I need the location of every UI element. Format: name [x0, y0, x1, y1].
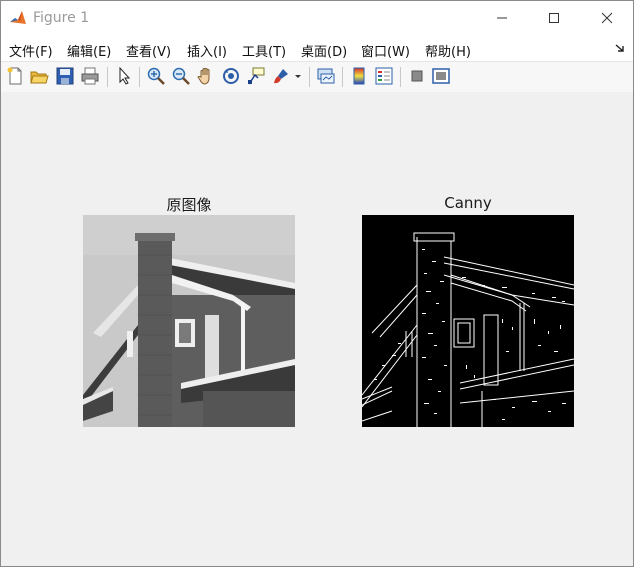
print-icon[interactable] — [80, 66, 100, 86]
menu-edit[interactable]: 编辑(E) — [67, 41, 111, 60]
select-arrow-icon[interactable] — [114, 66, 134, 86]
menu-desktop[interactable]: 桌面(D) — [301, 41, 347, 60]
zoom-out-icon[interactable] — [171, 66, 191, 86]
maximize-button[interactable] — [531, 1, 577, 35]
show-plot-tools-icon[interactable] — [431, 66, 451, 86]
canny-edge-image — [362, 215, 574, 427]
title-bar: Figure 1 — [1, 1, 633, 35]
legend-icon[interactable] — [374, 66, 394, 86]
colorbar-icon[interactable] — [349, 66, 369, 86]
toolbar-separator — [309, 67, 310, 87]
menu-file[interactable]: 文件(F) — [9, 41, 53, 60]
pan-hand-icon[interactable] — [196, 66, 216, 86]
matlab-icon — [9, 9, 27, 27]
window-title: Figure 1 — [33, 10, 90, 26]
zoom-in-icon[interactable] — [146, 66, 166, 86]
menu-tools[interactable]: 工具(T) — [242, 41, 286, 60]
menu-bar: 文件(F) 编辑(E) 查看(V) 插入(I) 工具(T) 桌面(D) 窗口(W… — [1, 35, 633, 61]
toolbar — [1, 61, 633, 93]
menu-insert[interactable]: 插入(I) — [187, 41, 227, 60]
figure-window: Figure 1 文件(F) 编辑(E) 查看(V) 插入(I) 工具(T) 桌… — [0, 0, 634, 567]
menu-window[interactable]: 窗口(W) — [361, 41, 410, 60]
close-button[interactable] — [584, 1, 630, 35]
original-image — [83, 215, 295, 427]
toolbar-separator — [107, 67, 108, 87]
rotate-3d-icon[interactable] — [221, 66, 241, 86]
brush-icon[interactable] — [271, 66, 291, 86]
hide-plot-tools-icon[interactable] — [407, 66, 427, 86]
close-icon — [601, 12, 613, 24]
new-figure-icon[interactable] — [5, 66, 25, 86]
menu-help[interactable]: 帮助(H) — [425, 41, 471, 60]
minimize-button[interactable] — [479, 1, 525, 35]
figure-canvas: 原图像 Canny — [1, 92, 633, 566]
toolbar-separator — [342, 67, 343, 87]
brush-dropdown-icon[interactable] — [293, 66, 303, 86]
axes-title-canny: Canny — [444, 194, 492, 212]
dock-arrow-icon[interactable] — [615, 43, 625, 53]
minimize-icon — [497, 17, 507, 19]
data-cursor-icon[interactable] — [246, 66, 266, 86]
toolbar-separator — [400, 67, 401, 87]
axes-title-original: 原图像 — [166, 196, 212, 214]
save-icon[interactable] — [55, 66, 75, 86]
maximize-icon — [549, 13, 559, 23]
link-plot-icon[interactable] — [316, 66, 336, 86]
open-file-icon[interactable] — [29, 66, 49, 86]
toolbar-separator — [139, 67, 140, 87]
menu-view[interactable]: 查看(V) — [126, 41, 171, 60]
